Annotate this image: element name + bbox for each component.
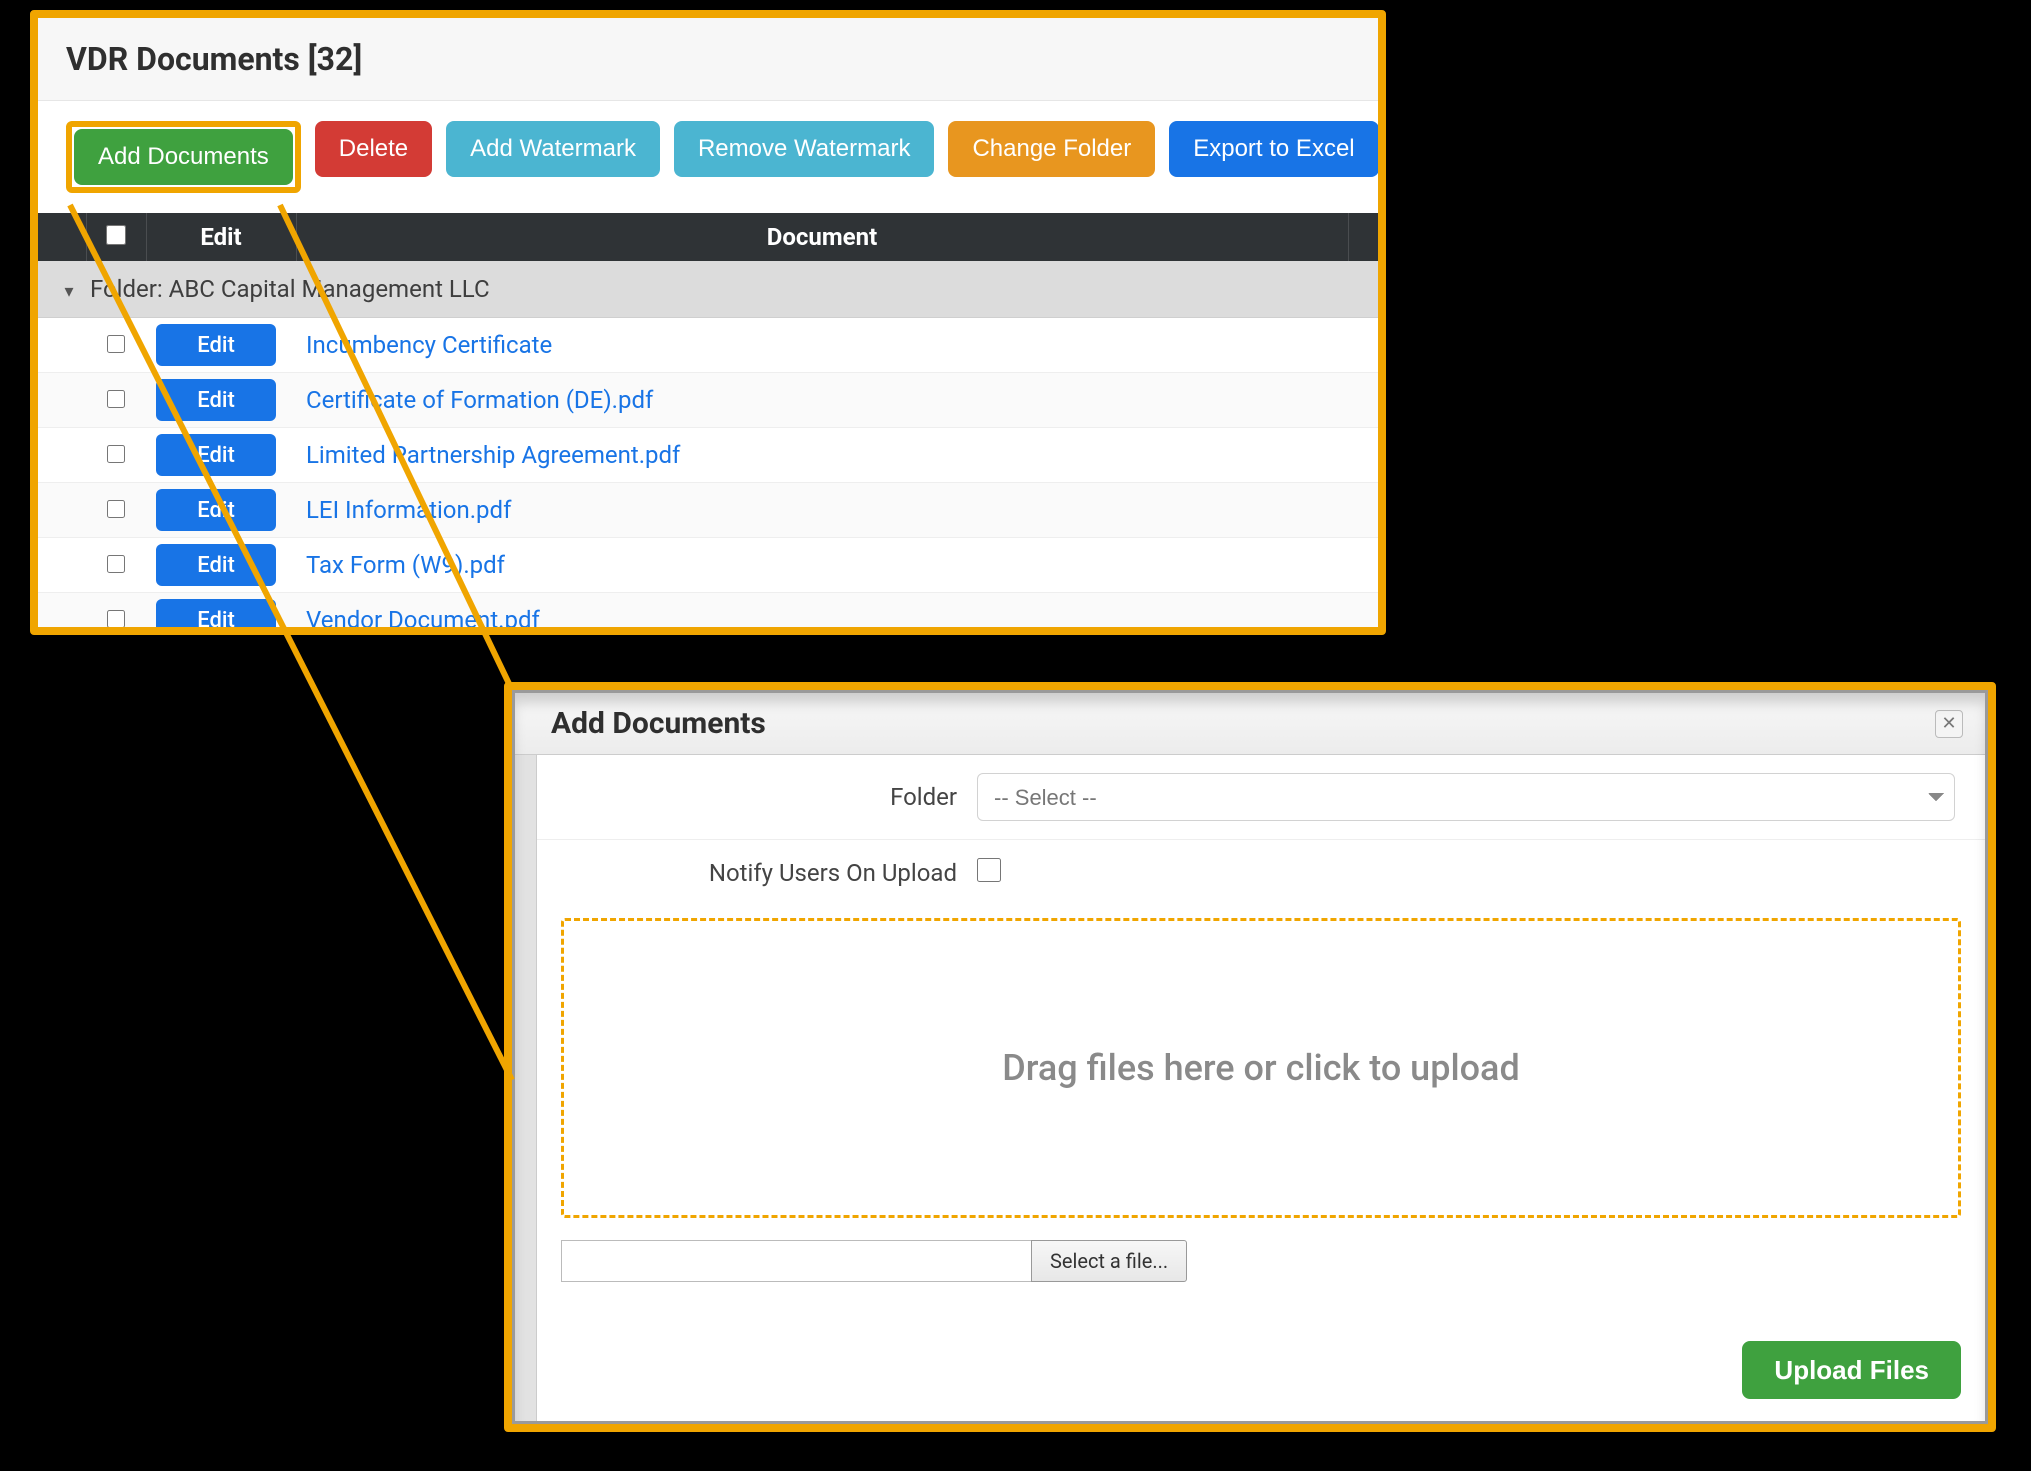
- row-checkbox[interactable]: [107, 500, 125, 518]
- add-watermark-button[interactable]: Add Watermark: [446, 121, 660, 177]
- folder-label: Folder: ABC Capital Management LLC: [90, 275, 490, 303]
- row-checkbox[interactable]: [107, 390, 125, 408]
- edit-button[interactable]: Edit: [156, 544, 276, 586]
- modal-title: Add Documents: [551, 706, 766, 741]
- chevron-down-icon: ▾: [54, 281, 84, 302]
- table-row: Edit Certificate of Formation (DE).pdf: [38, 373, 1378, 428]
- document-link[interactable]: Vendor Document.pdf: [306, 606, 540, 634]
- table-row: Edit LEI Information.pdf: [38, 483, 1378, 538]
- modal-body: Folder -- Select -- Notify Users On Uplo…: [537, 755, 1985, 1421]
- drop-zone-text: Drag files here or click to upload: [1002, 1047, 1519, 1089]
- folder-label: Folder: [537, 783, 977, 811]
- row-checkbox[interactable]: [107, 335, 125, 353]
- drop-zone[interactable]: Drag files here or click to upload: [561, 918, 1961, 1218]
- notify-row: Notify Users On Upload: [537, 840, 1985, 906]
- row-checkbox[interactable]: [107, 445, 125, 463]
- document-link[interactable]: Certificate of Formation (DE).pdf: [306, 386, 653, 414]
- edit-button[interactable]: Edit: [156, 324, 276, 366]
- column-header-edit: Edit: [146, 213, 296, 261]
- vdr-documents-panel: VDR Documents [32] Add Documents Delete …: [30, 10, 1386, 635]
- table-row: Edit Limited Partnership Agreement.pdf: [38, 428, 1378, 483]
- add-documents-highlight: Add Documents: [66, 121, 301, 193]
- export-excel-button[interactable]: Export to Excel: [1169, 121, 1378, 177]
- remove-watermark-button[interactable]: Remove Watermark: [674, 121, 934, 177]
- modal-footer: Upload Files: [537, 1319, 1985, 1421]
- add-documents-modal: Add Documents ✕ Folder -- Select -- Noti…: [504, 682, 1996, 1432]
- row-checkbox[interactable]: [107, 555, 125, 573]
- edit-button[interactable]: Edit: [156, 489, 276, 531]
- upload-files-button[interactable]: Upload Files: [1742, 1341, 1961, 1399]
- change-folder-button[interactable]: Change Folder: [948, 121, 1155, 177]
- notify-checkbox[interactable]: [977, 858, 1001, 882]
- edit-button[interactable]: Edit: [156, 434, 276, 476]
- table-row: Edit Vendor Document.pdf: [38, 593, 1378, 636]
- file-path-display: [561, 1240, 1031, 1282]
- folder-row: Folder -- Select --: [537, 755, 1985, 840]
- column-header-document: Document: [296, 213, 1348, 261]
- document-link[interactable]: Tax Form (W9).pdf: [306, 551, 505, 579]
- select-file-button[interactable]: Select a file...: [1031, 1240, 1187, 1282]
- row-checkbox[interactable]: [107, 610, 125, 628]
- table-row: Edit Tax Form (W9).pdf: [38, 538, 1378, 593]
- close-icon[interactable]: ✕: [1935, 710, 1963, 738]
- document-link[interactable]: Incumbency Certificate: [306, 331, 552, 359]
- documents-table: Edit Document ▾ Folder: ABC Capital Mana…: [38, 213, 1378, 635]
- document-link[interactable]: Limited Partnership Agreement.pdf: [306, 441, 680, 469]
- toolbar: Add Documents Delete Add Watermark Remov…: [38, 101, 1378, 213]
- folder-select[interactable]: -- Select --: [977, 773, 1955, 821]
- folder-row[interactable]: ▾ Folder: ABC Capital Management LLC: [38, 261, 1378, 318]
- edit-button[interactable]: Edit: [156, 379, 276, 421]
- file-picker: Select a file...: [561, 1240, 1961, 1282]
- modal-titlebar: Add Documents ✕: [515, 693, 1985, 755]
- edit-button[interactable]: Edit: [156, 599, 276, 635]
- document-link[interactable]: LEI Information.pdf: [306, 496, 511, 524]
- add-documents-button[interactable]: Add Documents: [74, 129, 293, 185]
- background-sliver: [515, 755, 537, 1421]
- table-row: Edit Incumbency Certificate: [38, 318, 1378, 373]
- delete-button[interactable]: Delete: [315, 121, 432, 177]
- select-all-checkbox[interactable]: [106, 225, 126, 245]
- notify-label: Notify Users On Upload: [537, 859, 977, 887]
- page-title: VDR Documents [32]: [38, 18, 1378, 101]
